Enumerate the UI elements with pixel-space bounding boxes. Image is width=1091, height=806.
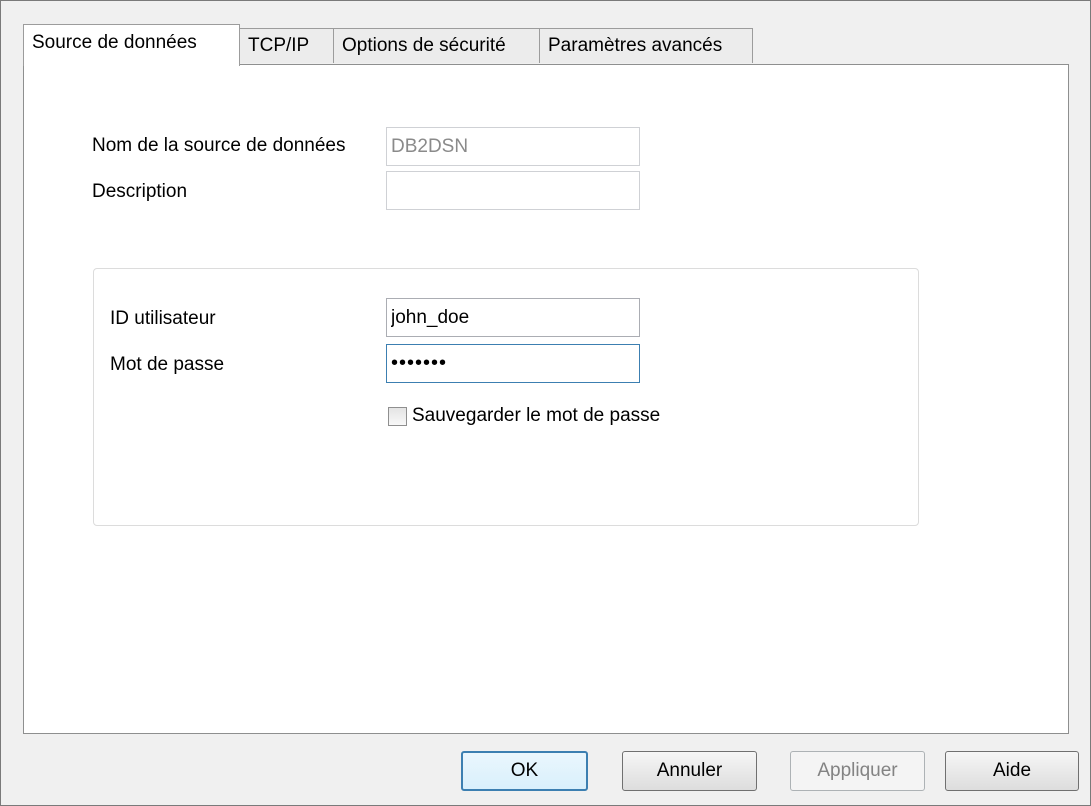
userid-field[interactable] [386, 298, 640, 337]
tab-options-securite[interactable]: Options de sécurité [333, 28, 540, 63]
help-button-label: Aide [992, 760, 1032, 781]
help-button[interactable]: Aide [945, 751, 1079, 791]
password-field[interactable] [386, 344, 640, 383]
ok-button[interactable]: OK [461, 751, 588, 791]
tab-parametres-avances[interactable]: Paramètres avancés [539, 28, 753, 63]
cancel-button-label: Annuler [656, 760, 723, 781]
save-password-label: Sauvegarder le mot de passe [412, 405, 661, 426]
dsn-label: Nom de la source de données [92, 135, 346, 156]
dsn-field[interactable] [386, 127, 640, 166]
apply-button[interactable]: Appliquer [790, 751, 925, 791]
save-password-checkbox[interactable] [388, 406, 407, 426]
description-field[interactable] [386, 171, 640, 210]
ok-button-label: OK [510, 760, 539, 781]
tab-label: Paramètres avancés [548, 35, 723, 56]
tab-tcp-ip[interactable]: TCP/IP [239, 28, 334, 63]
tab-label: Source de données [32, 32, 197, 53]
password-label: Mot de passe [110, 354, 225, 375]
save-password-option[interactable]: Sauvegarder le mot de passe [388, 405, 660, 427]
apply-button-label: Appliquer [817, 760, 898, 781]
dialog-window: Source de données TCP/IP Options de sécu… [0, 0, 1091, 806]
tab-label: TCP/IP [248, 35, 310, 56]
tab-panel: Nom de la source de données Description … [23, 64, 1069, 734]
description-label: Description [92, 181, 188, 202]
userid-label: ID utilisateur [110, 308, 216, 329]
tab-label: Options de sécurité [342, 35, 506, 56]
tab-source-de-donnees[interactable]: Source de données [23, 24, 240, 66]
cancel-button[interactable]: Annuler [622, 751, 757, 791]
